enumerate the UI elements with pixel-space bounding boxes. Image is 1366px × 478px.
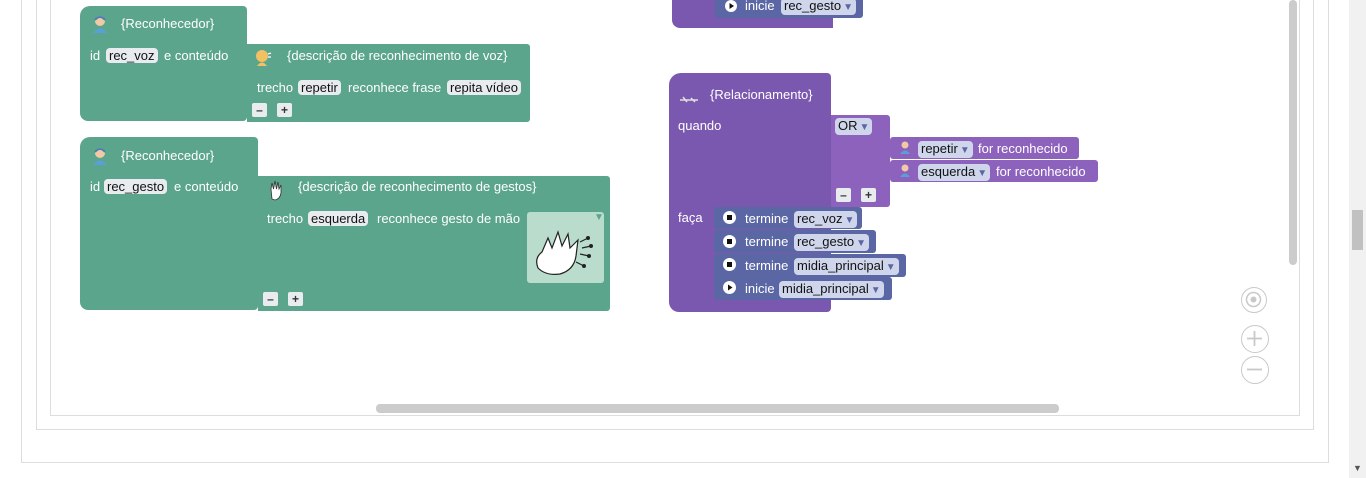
content-label: e conteúdo	[174, 179, 239, 194]
recognizes-gesture-label: reconhece gesto de mão	[377, 211, 521, 226]
target-dropdown[interactable]: rec_gesto ▼	[781, 0, 856, 15]
id-label: id	[90, 179, 101, 194]
gesture-image-dropdown[interactable]: ▼	[527, 212, 604, 283]
recognizer-header: {Reconhecedor}	[121, 16, 215, 31]
condition-suffix: for reconhecido	[996, 164, 1086, 179]
page-scrollbar-thumb[interactable]	[1352, 210, 1363, 250]
action-target-dropdown[interactable]: midia_principal ▼	[794, 258, 899, 275]
stop-icon	[723, 235, 736, 248]
trecho-field[interactable]: repetir	[298, 80, 341, 95]
condition-dropdown[interactable]: repetir ▼	[918, 141, 973, 158]
scroll-down-icon[interactable]: ▼	[1353, 463, 1362, 473]
remove-trecho-button[interactable]: –	[263, 292, 278, 306]
gesture-recognizer-icon	[90, 146, 110, 166]
action-verb: inicie	[745, 281, 775, 296]
stop-icon	[723, 211, 736, 224]
action-target-dropdown[interactable]: midia_principal ▼	[779, 281, 884, 298]
play-icon	[723, 281, 736, 294]
add-trecho-button[interactable]: +	[288, 292, 303, 306]
zoom-in-icon[interactable]	[1241, 325, 1269, 353]
zoom-out-icon[interactable]	[1241, 356, 1269, 384]
phrase-field[interactable]: repita vídeo	[447, 80, 521, 95]
speaking-head-icon	[254, 48, 272, 68]
id-label: id	[90, 48, 101, 63]
remove-trecho-button[interactable]: –	[252, 103, 267, 117]
trecho-label: trecho	[267, 211, 304, 226]
hand-icon	[266, 179, 286, 201]
action-target-dropdown[interactable]: rec_voz ▼	[794, 211, 858, 228]
stop-icon	[723, 258, 736, 271]
blockly-workspace[interactable]: inicie rec_gesto ▼ {Reconhecedor} id rec_…	[50, 0, 1300, 416]
action-block-inicie-rec-gesto[interactable]: inicie rec_gesto ▼	[715, 0, 863, 18]
crosshair-icon[interactable]	[1241, 287, 1267, 313]
condition-suffix: for reconhecido	[978, 141, 1068, 156]
faca-label: faça	[678, 210, 703, 225]
condition-dropdown[interactable]: esquerda ▼	[918, 164, 991, 181]
voice-recognizer-icon	[90, 14, 110, 34]
link-icon	[679, 93, 699, 103]
content-label: e conteúdo	[164, 48, 229, 63]
action-verb: termine	[745, 234, 789, 249]
gesture-description: {descrição de reconhecimento de gestos}	[298, 179, 537, 194]
trecho-field[interactable]: esquerda	[308, 211, 369, 226]
action-verb: termine	[745, 258, 789, 273]
hand-swipe-icon	[536, 230, 593, 275]
add-trecho-button[interactable]: +	[277, 103, 292, 117]
play-icon	[725, 0, 737, 12]
remove-condition-button[interactable]: –	[836, 188, 851, 202]
add-condition-button[interactable]: +	[861, 188, 876, 202]
chevron-down-icon: ▼	[594, 212, 604, 223]
relationship-header: {Relacionamento}	[710, 87, 813, 102]
id-field[interactable]: rec_voz	[106, 48, 158, 63]
trecho-label: trecho	[257, 80, 294, 95]
recognizes-phrase-label: reconhece frase	[348, 80, 442, 95]
action-target-dropdown[interactable]: rec_gesto ▼	[794, 234, 869, 251]
operator-dropdown[interactable]: OR ▼	[835, 118, 873, 135]
id-field[interactable]: rec_gesto	[104, 179, 168, 194]
recognizer-header: {Reconhecedor}	[121, 148, 215, 163]
condition-recognizer-icon	[898, 140, 912, 154]
action-verb: inicie	[745, 0, 775, 13]
condition-recognizer-icon	[898, 163, 912, 177]
workspace-horizontal-scrollbar[interactable]	[376, 404, 1059, 413]
voice-description: {descrição de reconhecimento de voz}	[287, 48, 508, 63]
workspace-vertical-scrollbar[interactable]	[1289, 0, 1297, 265]
action-verb: termine	[745, 211, 789, 226]
quando-label: quando	[678, 118, 722, 133]
